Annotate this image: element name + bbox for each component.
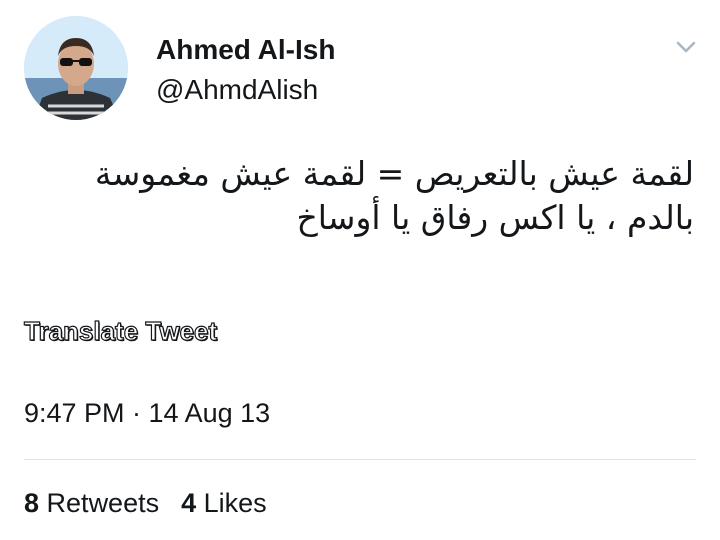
likes-label: Likes bbox=[203, 488, 267, 518]
chevron-down-icon[interactable] bbox=[670, 34, 702, 58]
avatar-photo bbox=[24, 16, 128, 120]
likes-count: 4 bbox=[181, 488, 197, 518]
display-name[interactable]: Ahmed Al-Ish bbox=[156, 34, 335, 66]
retweets-stat[interactable]: 8 Retweets bbox=[24, 488, 159, 519]
tweet-text: لقمة عيش بالتعريص = لقمة عيش مغموسة بالد… bbox=[94, 154, 694, 237]
avatar[interactable] bbox=[24, 16, 128, 120]
tweet-timestamp[interactable]: 9:47 PM · 14 Aug 13 bbox=[24, 398, 270, 429]
likes-stat[interactable]: 4 Likes bbox=[181, 488, 267, 519]
user-handle[interactable]: @AhmdAlish bbox=[156, 74, 318, 106]
divider bbox=[24, 459, 696, 460]
translate-tweet-link[interactable]: Translate Tweet bbox=[23, 315, 217, 347]
retweets-count: 8 bbox=[24, 488, 40, 518]
retweets-label: Retweets bbox=[46, 488, 160, 518]
tweet-stats: 8 Retweets 4 Likes bbox=[24, 488, 267, 519]
